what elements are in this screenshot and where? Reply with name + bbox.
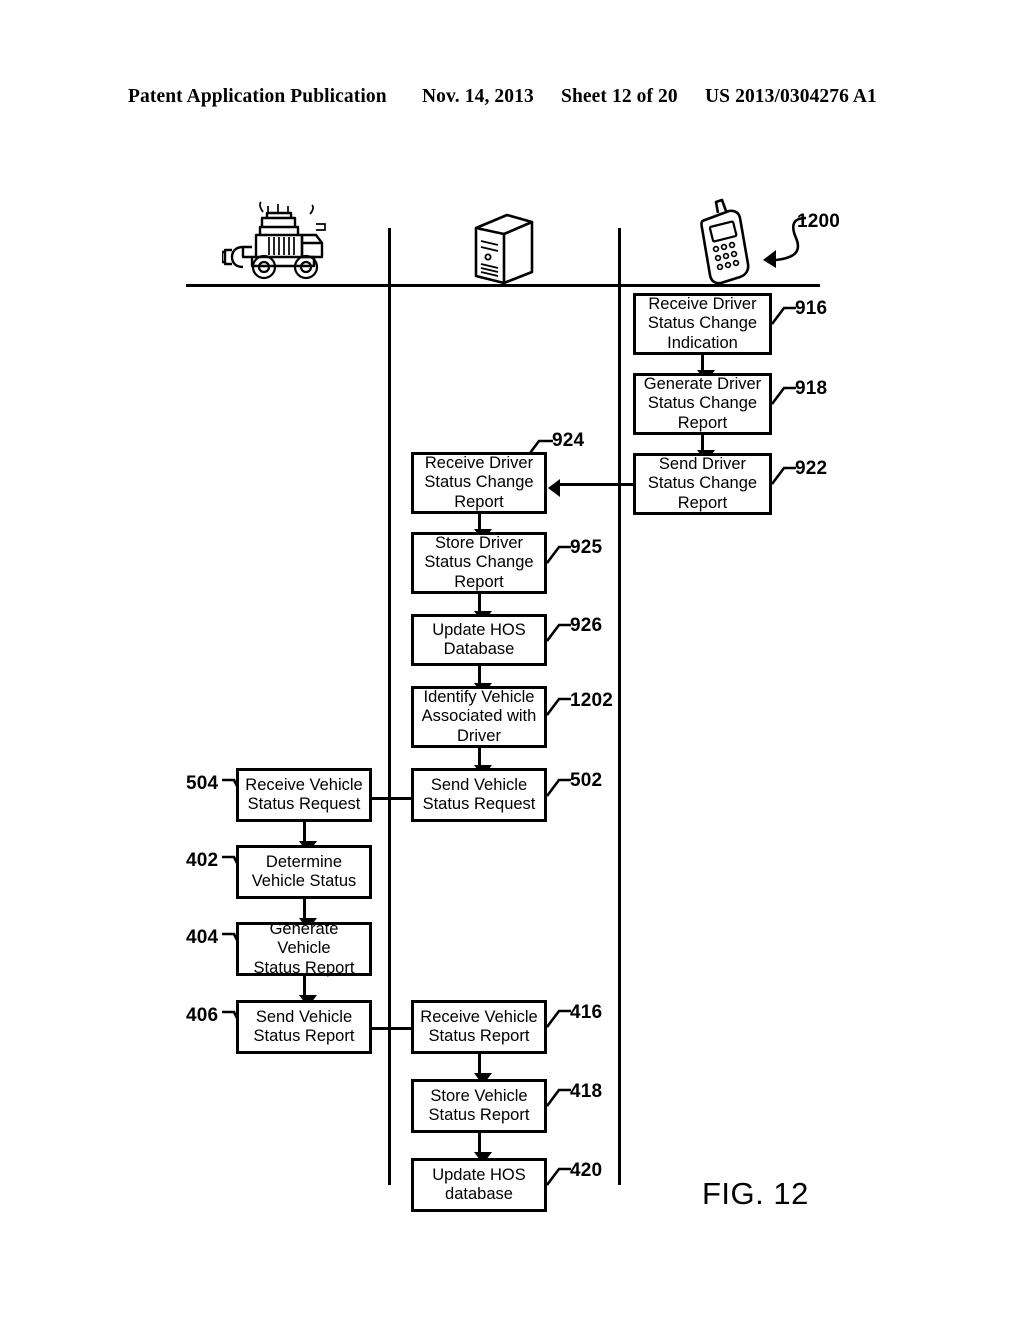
process-box-1202[interactable]: Identify Vehicle Associated with Driver <box>411 686 547 748</box>
ref-922: 922 <box>795 458 828 479</box>
arrow-504-to-402 <box>298 822 317 853</box>
arrow-416-to-418 <box>473 1054 492 1085</box>
ref-918: 918 <box>795 378 828 399</box>
leader-922 <box>770 460 796 491</box>
process-box-406[interactable]: Send Vehicle Status Report <box>236 1000 372 1054</box>
process-box-402[interactable]: Determine Vehicle Status <box>236 845 372 899</box>
leader-925 <box>545 539 571 570</box>
process-box-922[interactable]: Send Driver Status Change Report <box>633 453 772 515</box>
arrow-1202-to-502 <box>473 748 492 777</box>
process-box-918[interactable]: Generate Driver Status Change Report <box>633 373 772 435</box>
truck-icon <box>220 200 340 287</box>
leader-1202 <box>545 691 571 722</box>
ref-404: 404 <box>186 927 219 948</box>
leader-918 <box>770 380 796 411</box>
process-box-418[interactable]: Store Vehicle Status Report <box>411 1079 547 1133</box>
leader-926 <box>545 617 571 648</box>
leader-418 <box>545 1082 571 1113</box>
swimlane-divider-server-mobile <box>618 228 621 1185</box>
leader-420 <box>545 1161 571 1192</box>
arrow-402-to-404 <box>298 899 317 930</box>
header-sheet: Sheet 12 of 20 <box>561 86 678 107</box>
process-box-924[interactable]: Receive Driver Status Change Report <box>411 452 547 514</box>
process-box-504[interactable]: Receive Vehicle Status Request <box>236 768 372 822</box>
header-publication: Patent Application Publication <box>128 86 387 107</box>
arrow-916-to-918 <box>696 355 715 382</box>
server-icon <box>471 210 537 291</box>
patent-figure-sheet: Patent Application Publication Nov. 14, … <box>0 0 1024 1320</box>
page-header: Patent Application Publication Nov. 14, … <box>0 86 1024 218</box>
process-box-420[interactable]: Update HOS database <box>411 1158 547 1212</box>
header-patent-number: US 2013/0304276 A1 <box>705 86 877 107</box>
ref-916: 916 <box>795 298 828 319</box>
ref-926: 926 <box>570 615 603 636</box>
process-box-502[interactable]: Send Vehicle Status Request <box>411 768 547 822</box>
ref-924: 924 <box>552 430 585 451</box>
ref-504: 504 <box>186 773 219 794</box>
process-box-404[interactable]: Generate Vehicle Status Report <box>236 920 372 977</box>
process-box-416[interactable]: Receive Vehicle Status Report <box>411 1000 547 1054</box>
ref-1202: 1202 <box>570 690 614 711</box>
arrow-922-to-924 <box>548 478 633 497</box>
ref-1200: 1200 <box>797 211 841 232</box>
ref-406: 406 <box>186 1005 219 1026</box>
leader-502 <box>545 772 571 803</box>
arrow-404-to-406 <box>298 976 317 1007</box>
arrow-418-to-420 <box>473 1133 492 1164</box>
arrow-918-to-922 <box>696 435 715 462</box>
mobile-phone-icon <box>692 198 754 291</box>
ref-416: 416 <box>570 1002 603 1023</box>
process-box-926[interactable]: Update HOS Database <box>411 614 547 666</box>
leader-916 <box>770 300 796 331</box>
arrow-406-to-416 <box>372 1022 423 1041</box>
arrow-924-to-925 <box>473 514 492 541</box>
process-box-916[interactable]: Receive Driver Status Change Indication <box>633 293 772 355</box>
ref-418: 418 <box>570 1081 603 1102</box>
arrow-925-to-926 <box>473 594 492 623</box>
ref-925: 925 <box>570 537 603 558</box>
swimlane-divider-vehicle-server <box>388 228 391 1185</box>
figure-caption: FIG. 12 <box>702 1176 809 1211</box>
ref-502: 502 <box>570 770 603 791</box>
process-box-925[interactable]: Store Driver Status Change Report <box>411 532 547 594</box>
leader-416 <box>545 1003 571 1034</box>
header-date: Nov. 14, 2013 <box>422 86 534 107</box>
arrow-926-to-1202 <box>473 666 492 695</box>
ref-402: 402 <box>186 850 219 871</box>
ref-420: 420 <box>570 1160 603 1181</box>
